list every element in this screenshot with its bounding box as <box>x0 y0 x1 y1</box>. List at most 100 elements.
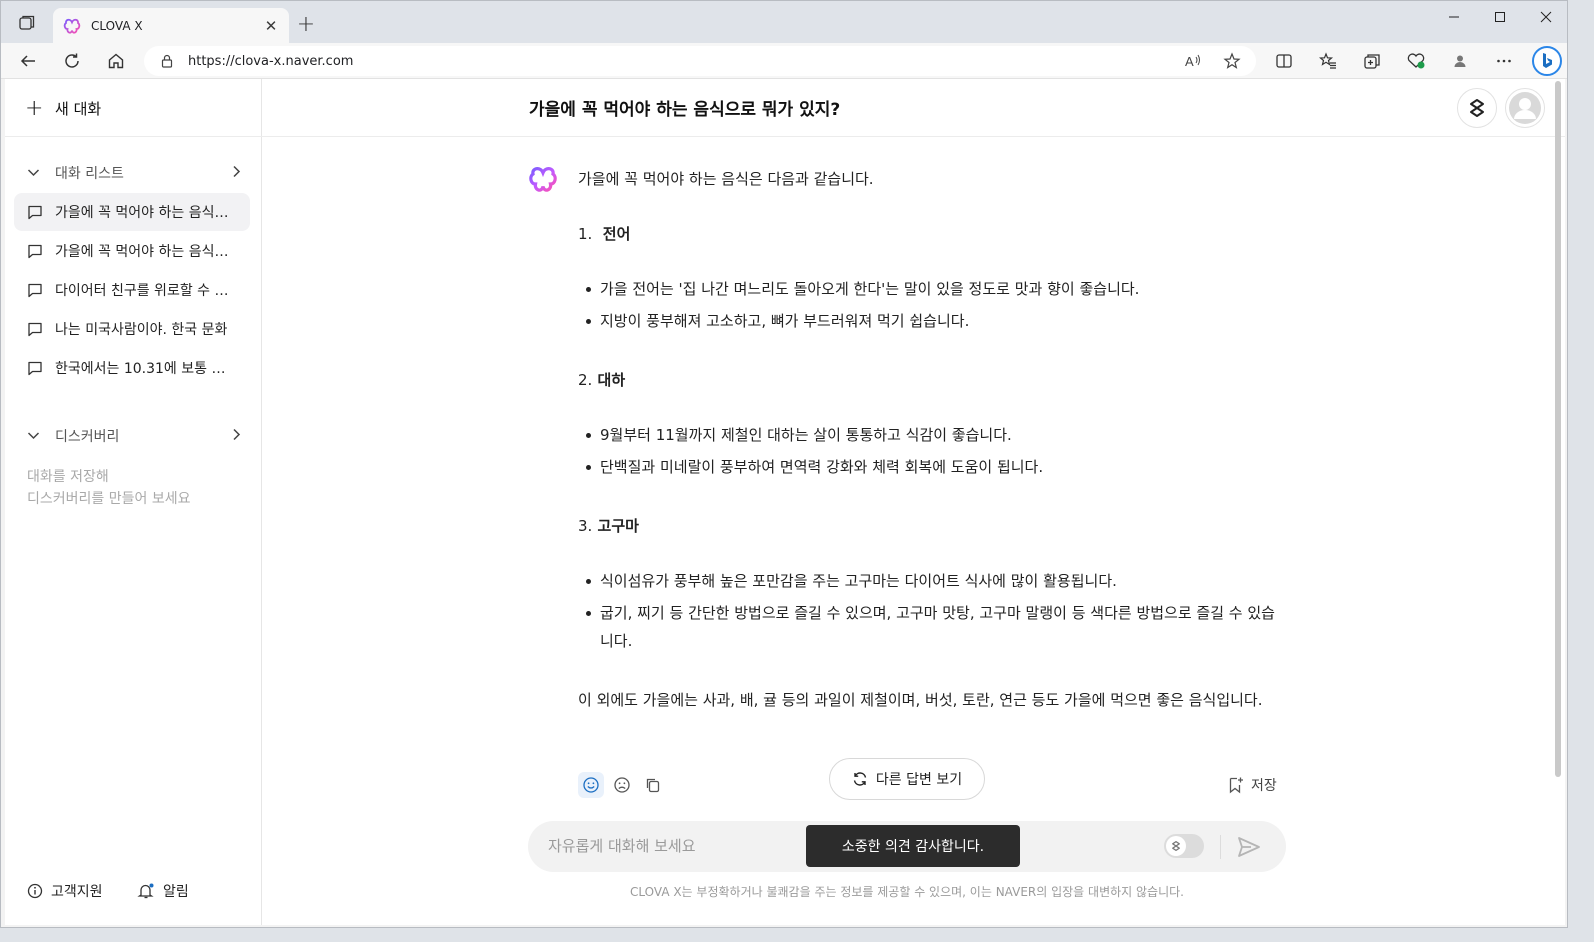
conversation-label: 한국에서는 10.31에 보통 무엇을 <box>55 361 235 377</box>
plus-icon: + <box>25 95 44 121</box>
regenerate-label: 다른 답변 보기 <box>875 772 963 788</box>
conversation-item[interactable]: 가을에 꼭 먹어야 하는 음식으로 뭐가 있지? <box>14 232 250 270</box>
conversation-list-header[interactable]: 대화 리스트 <box>27 161 247 185</box>
browser-tab[interactable]: CLOVA X ✕ <box>53 8 289 43</box>
collections-icon[interactable] <box>1357 47 1387 75</box>
answer-bullet-list: 식이섬유가 풍부해 높은 포만감을 주는 고구마는 다이어트 식사에 많이 활용… <box>578 567 1278 655</box>
answer-intro: 가을에 꼭 먹어야 하는 음식은 다음과 같습니다. <box>578 170 874 188</box>
close-window-icon[interactable] <box>1523 1 1567 33</box>
answer-bullet-list: 9월부터 11월까지 제철인 대하는 살이 통통하고 식감이 좋습니다. 단백질… <box>578 421 1278 481</box>
favorite-star-icon[interactable] <box>1217 47 1247 75</box>
feedback-toast: 소중한 의견 감사합니다. <box>806 825 1020 867</box>
tab-actions-icon[interactable] <box>13 11 41 35</box>
answer-bullet: 굽기, 찌기 등 간단한 방법으로 즐길 수 있으며, 고구마 맛탕, 고구마 … <box>584 599 1278 655</box>
alerts-link[interactable]: 알림 <box>137 881 189 901</box>
answer-bullet: 단백질과 미네랄이 풍부하여 면역력 강화와 체력 회복에 도움이 됩니다. <box>584 453 1278 481</box>
split-screen-icon[interactable] <box>1269 47 1299 75</box>
conversation-label: 가을에 꼭 먹어야 하는 음식으로 뭐가 있지? <box>55 244 235 260</box>
regenerate-answer-button[interactable]: 다른 답변 보기 <box>829 758 985 800</box>
maximize-icon[interactable] <box>1477 1 1523 33</box>
chevron-right-icon[interactable] <box>232 164 241 182</box>
answer-section-heading: 2. 대하 <box>578 366 1278 394</box>
chat-bubble-icon <box>28 205 42 220</box>
discovery-empty-message: 대화를 저장해 디스커버리를 만들어 보세요 <box>27 466 190 510</box>
new-tab-button[interactable]: + <box>293 11 319 37</box>
conversation-item[interactable]: 가을에 꼭 먹어야 하는 음식으로 뭐가 있지? <box>14 193 250 231</box>
browser-essentials-icon[interactable] <box>1401 47 1431 75</box>
input-divider <box>1220 835 1221 859</box>
section-title: 고구마 <box>597 517 639 535</box>
chat-bubble-icon <box>28 322 42 337</box>
answer-bullet-list: 가을 전어는 '집 나간 며느리도 돌아오게 한다'는 말이 있을 정도로 맛과… <box>578 275 1278 335</box>
alerts-label: 알림 <box>163 884 189 900</box>
save-button[interactable]: 저장 <box>1227 775 1277 795</box>
scrollbar[interactable] <box>1555 81 1561 777</box>
user-avatar[interactable] <box>1505 88 1545 128</box>
tab-close-icon[interactable]: ✕ <box>263 17 279 35</box>
skills-icon[interactable] <box>1457 88 1497 128</box>
answer-bullet: 지방이 풍부해져 고소하고, 뼈가 부드러워져 먹기 쉽습니다. <box>584 307 1278 335</box>
browser-window: CLOVA X ✕ + https://clova-x.naver.com A <box>0 0 1568 928</box>
clova-logo-icon <box>529 167 557 192</box>
new-chat-button[interactable]: + 새 대화 <box>25 95 101 121</box>
info-icon <box>27 883 43 899</box>
like-icon[interactable] <box>578 772 604 798</box>
browser-toolbar: https://clova-x.naver.com A <box>1 43 1567 79</box>
bing-copilot-icon[interactable] <box>1531 45 1563 77</box>
lock-icon <box>161 54 173 68</box>
conversation-label: 나는 미국사람이야. 한국 문화 <box>55 322 228 338</box>
skill-toggle-knob <box>1166 836 1186 856</box>
bookmark-add-icon <box>1229 777 1243 794</box>
back-icon[interactable] <box>13 47 43 75</box>
bell-icon <box>137 883 154 899</box>
profile-icon[interactable] <box>1445 47 1475 75</box>
section-number: 2. <box>578 371 593 389</box>
sidebar-divider <box>5 136 262 137</box>
customer-support-link[interactable]: 고객지원 <box>27 881 103 901</box>
conversation-list-title: 대화 리스트 <box>55 166 124 182</box>
more-menu-icon[interactable] <box>1489 47 1519 75</box>
disclaimer-text: CLOVA X는 부정확하거나 불쾌감을 주는 정보를 제공할 수 있으며, 이… <box>630 885 1184 899</box>
new-chat-label: 새 대화 <box>55 99 102 118</box>
chat-bubble-icon <box>28 361 42 376</box>
home-icon[interactable] <box>101 47 131 75</box>
chat-title: 가을에 꼭 먹어야 하는 음식으로 뭐가 있지? <box>529 100 841 120</box>
read-aloud-icon[interactable]: A <box>1178 47 1208 75</box>
minimize-icon[interactable] <box>1431 1 1477 33</box>
chat-bubble-icon <box>28 283 42 298</box>
send-icon[interactable] <box>1234 833 1264 861</box>
chevron-right-icon[interactable] <box>232 427 241 445</box>
chat-input[interactable] <box>548 834 788 858</box>
dislike-icon[interactable] <box>609 772 635 798</box>
discovery-title: 디스커버리 <box>55 429 120 445</box>
conversation-item[interactable]: 나는 미국사람이야. 한국 문화 <box>14 310 250 348</box>
address-bar[interactable]: https://clova-x.naver.com <box>144 46 1256 76</box>
favorites-icon[interactable] <box>1313 47 1343 75</box>
chat-header: 가을에 꼭 먹어야 하는 음식으로 뭐가 있지? <box>262 79 1565 137</box>
copy-icon[interactable] <box>640 772 666 798</box>
discovery-empty-line: 디스커버리를 만들어 보세요 <box>27 491 191 507</box>
section-title: 대하 <box>597 371 626 389</box>
conversation-label: 가을에 꼭 먹어야 하는 음식으로 뭐가 있지? <box>55 205 235 221</box>
answer-outro: 이 외에도 가을에는 사과, 배, 귤 등의 과일이 제철이며, 버섯, 토란,… <box>578 691 1263 709</box>
answer-bullet: 가을 전어는 '집 나간 며느리도 돌아오게 한다'는 말이 있을 정도로 맛과… <box>584 275 1278 303</box>
section-number: 1. <box>578 225 593 243</box>
answer-section-heading: 3. 고구마 <box>578 512 1278 540</box>
svg-text:A: A <box>1185 54 1194 69</box>
section-number: 3. <box>578 517 593 535</box>
skill-toggle[interactable] <box>1164 834 1204 858</box>
answer-bullet: 9월부터 11월까지 제철인 대하는 살이 통통하고 식감이 좋습니다. <box>584 421 1278 449</box>
chat-bubble-icon <box>28 244 42 259</box>
conversation-item[interactable]: 한국에서는 10.31에 보통 무엇을 <box>14 349 250 387</box>
refresh-icon <box>853 772 867 786</box>
url-text: https://clova-x.naver.com <box>188 53 354 69</box>
clova-favicon-icon <box>63 18 81 34</box>
discovery-header[interactable]: 디스커버리 <box>27 424 247 448</box>
discovery-empty-line: 대화를 저장해 <box>27 469 109 485</box>
conversation-item[interactable]: 다이어터 친구를 위로할 수 있는 말 <box>14 271 250 309</box>
chat-main: 가을에 꼭 먹어야 하는 음식으로 뭐가 있지? 가을에 꼭 먹어야 하는 음식… <box>262 79 1565 925</box>
refresh-icon[interactable] <box>57 47 87 75</box>
answer-section-heading: 1. 전어 <box>578 220 1278 248</box>
clova-app: + 새 대화 대화 리스트 가을에 꼭 먹어야 하는 음식으로 뭐가 있지? 가… <box>5 79 1565 925</box>
tab-title: CLOVA X <box>91 18 143 33</box>
